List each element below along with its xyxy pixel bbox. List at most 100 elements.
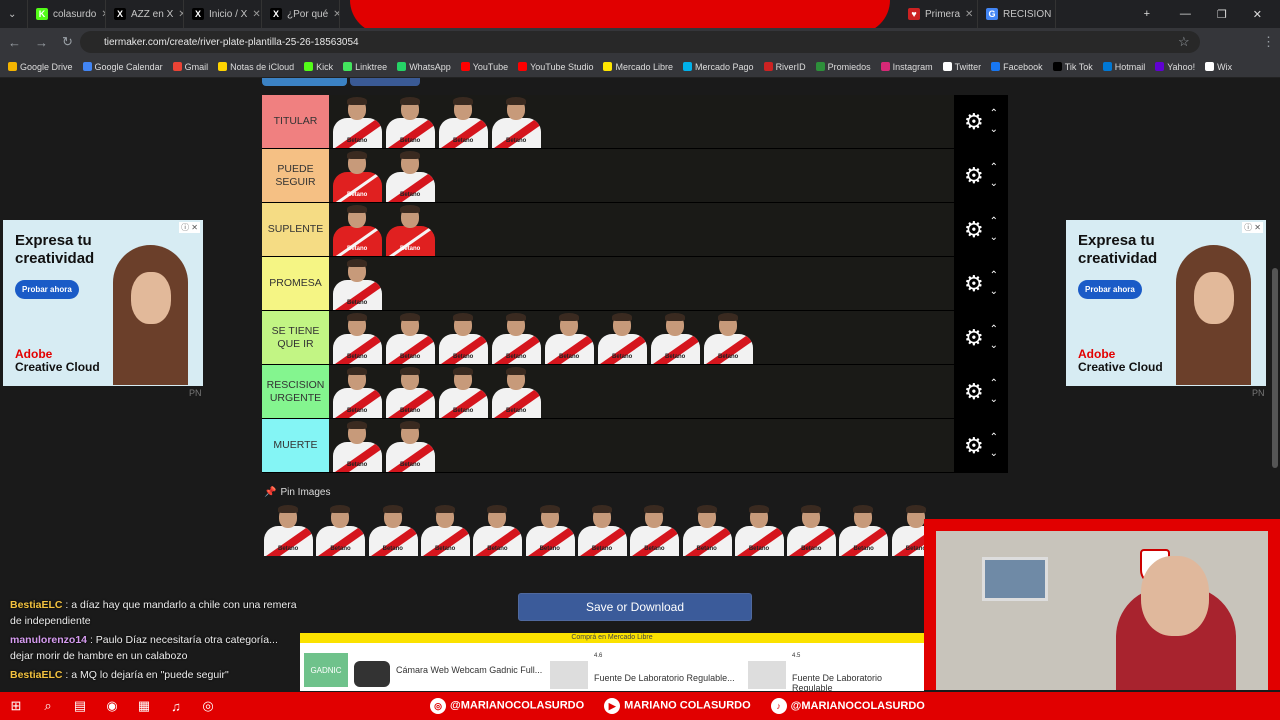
browser-tab[interactable]: X ¿Por qué ✕ — [262, 0, 340, 28]
ml-product-3[interactable]: Fuente De Laboratorio Regulable — [792, 673, 924, 693]
ad-close-icon[interactable]: ⓘ ✕ — [1242, 222, 1263, 233]
gear-icon[interactable]: ⚙ — [964, 109, 984, 135]
bookmark-item[interactable]: Facebook — [991, 62, 1043, 72]
player-card[interactable]: Betano — [649, 312, 702, 364]
bookmark-item[interactable]: Tik Tok — [1052, 62, 1093, 72]
player-card[interactable]: Betano — [384, 312, 437, 364]
player-card[interactable]: Betano — [733, 504, 785, 556]
bookmark-item[interactable]: Promiedos — [815, 62, 871, 72]
player-card[interactable]: Betano — [785, 504, 837, 556]
tier-items[interactable]: Betano Betano Betano Betano — [329, 365, 954, 418]
ml-product-1[interactable]: Cámara Web Webcam Gadnic Full... — [396, 665, 542, 675]
gear-icon[interactable]: ⚙ — [964, 379, 984, 405]
ad-close-icon[interactable]: ⓘ ✕ — [179, 222, 200, 233]
move-up-icon[interactable]: ⌃ — [990, 108, 998, 119]
tab-close-icon[interactable]: ✕ — [965, 9, 973, 20]
tier-label[interactable]: MUERTE — [262, 419, 329, 472]
tier-label[interactable]: RESCISION URGENTE — [262, 365, 329, 418]
bookmark-item[interactable]: Google Calendar — [82, 62, 163, 72]
player-card[interactable]: Betano — [331, 366, 384, 418]
back-icon[interactable]: ← — [8, 35, 21, 50]
bookmark-item[interactable]: Kick — [304, 62, 333, 72]
new-tab-button[interactable]: + — [1144, 8, 1150, 20]
tier-items[interactable]: Betano Betano — [329, 419, 954, 472]
player-card[interactable]: Betano — [628, 504, 680, 556]
move-down-icon[interactable]: ⌄ — [990, 394, 998, 405]
tier-label[interactable]: PROMESA — [262, 257, 329, 310]
gear-icon[interactable]: ⚙ — [964, 433, 984, 459]
scrollbar[interactable] — [1272, 268, 1278, 468]
player-card[interactable]: Betano — [384, 366, 437, 418]
bookmark-star-icon[interactable]: ☆ — [1178, 34, 1190, 50]
bookmark-item[interactable]: Mercado Libre — [603, 62, 673, 72]
player-card[interactable]: Betano — [331, 258, 384, 310]
bookmark-item[interactable]: YouTube Studio — [518, 62, 593, 72]
player-card[interactable]: Betano — [331, 312, 384, 364]
ad-cta-button[interactable]: Probar ahora — [1078, 280, 1142, 299]
chrome-icon[interactable]: ◉ — [96, 692, 128, 720]
bookmark-item[interactable]: Twitter — [942, 62, 981, 72]
ad-right[interactable]: Expresa tu creatividad Probar ahora Adob… — [1066, 220, 1266, 386]
bookmark-item[interactable]: Yahoo! — [1155, 62, 1195, 72]
move-down-icon[interactable]: ⌄ — [990, 232, 998, 243]
tier-label[interactable]: TITULAR — [262, 95, 329, 148]
bookmark-item[interactable]: Gmail — [172, 62, 208, 72]
browser-tab[interactable]: Kcolasurdo✕ — [28, 0, 106, 28]
move-down-icon[interactable]: ⌄ — [990, 124, 998, 135]
close-window-icon[interactable]: ✕ — [1253, 8, 1262, 21]
player-card[interactable]: Betano — [596, 312, 649, 364]
tier-items[interactable]: Betano Betano Betano Betano — [329, 95, 954, 148]
bookmark-item[interactable]: Notas de iCloud — [218, 62, 294, 72]
player-card[interactable]: Betano — [331, 150, 384, 202]
player-card[interactable]: Betano — [384, 204, 437, 256]
top-button-2[interactable] — [350, 78, 420, 86]
bookmark-item[interactable]: Linktree — [343, 62, 387, 72]
minimize-icon[interactable]: — — [1180, 8, 1191, 20]
player-card[interactable]: Betano — [331, 96, 384, 148]
ml-product-2[interactable]: Fuente De Laboratorio Regulable... — [594, 673, 735, 683]
move-up-icon[interactable]: ⌃ — [990, 216, 998, 227]
browser-tab[interactable]: X Inicio / X ✕ — [184, 0, 262, 28]
bookmark-item[interactable]: Wix — [1205, 62, 1232, 72]
player-card[interactable]: Betano — [419, 504, 471, 556]
bookmark-item[interactable]: Hotmail — [1102, 62, 1145, 72]
player-card[interactable]: Betano — [490, 96, 543, 148]
url-field[interactable]: tiermaker.com/create/river-plate-plantil… — [80, 31, 1200, 53]
move-down-icon[interactable]: ⌄ — [990, 178, 998, 189]
browser-tab[interactable]: ♥ Primera ✕ — [900, 0, 978, 28]
spotify-icon[interactable]: ♫ — [160, 692, 192, 720]
player-card[interactable]: Betano — [437, 366, 490, 418]
tab-list-button[interactable]: ⌄ — [0, 0, 28, 28]
bookmark-item[interactable]: RiverID — [763, 62, 806, 72]
tier-label[interactable]: SE TIENE QUE IR — [262, 311, 329, 364]
pin-images-toggle[interactable]: 📌 Pin Images — [264, 487, 330, 498]
windows-start-icon[interactable]: ⊞ — [0, 692, 32, 720]
bookmark-item[interactable]: Mercado Pago — [683, 62, 754, 72]
tier-items[interactable]: Betano Betano — [329, 203, 954, 256]
browser-tab[interactable]: GRECISION✕ — [978, 0, 1056, 28]
player-card[interactable]: Betano — [331, 420, 384, 472]
move-up-icon[interactable]: ⌃ — [990, 162, 998, 173]
gear-icon[interactable]: ⚙ — [964, 217, 984, 243]
move-down-icon[interactable]: ⌄ — [990, 286, 998, 297]
player-card[interactable]: Betano — [314, 504, 366, 556]
tier-label[interactable]: PUEDE SEGUIR — [262, 149, 329, 202]
player-card[interactable]: Betano — [262, 504, 314, 556]
bookmark-item[interactable]: WhatsApp — [397, 62, 451, 72]
player-card[interactable]: Betano — [384, 420, 437, 472]
player-card[interactable]: Betano — [367, 504, 419, 556]
tab-close-icon[interactable]: ✕ — [252, 9, 260, 20]
tier-items[interactable]: Betano Betano — [329, 149, 954, 202]
bookmark-item[interactable]: YouTube — [460, 62, 508, 72]
save-download-button[interactable]: Save or Download — [518, 593, 752, 621]
reload-icon[interactable]: ↻ — [62, 34, 73, 50]
tier-items[interactable]: Betano Betano Betano Betano Betano Betano Beta… — [329, 311, 954, 364]
gear-icon[interactable]: ⚙ — [964, 163, 984, 189]
move-up-icon[interactable]: ⌃ — [990, 324, 998, 335]
player-card[interactable]: Betano — [543, 312, 596, 364]
search-icon[interactable]: ⌕ — [32, 692, 64, 720]
player-card[interactable]: Betano — [681, 504, 733, 556]
file-explorer-icon[interactable]: ▤ — [64, 692, 96, 720]
move-down-icon[interactable]: ⌄ — [990, 448, 998, 459]
bookmark-item[interactable]: Instagram — [880, 62, 933, 72]
